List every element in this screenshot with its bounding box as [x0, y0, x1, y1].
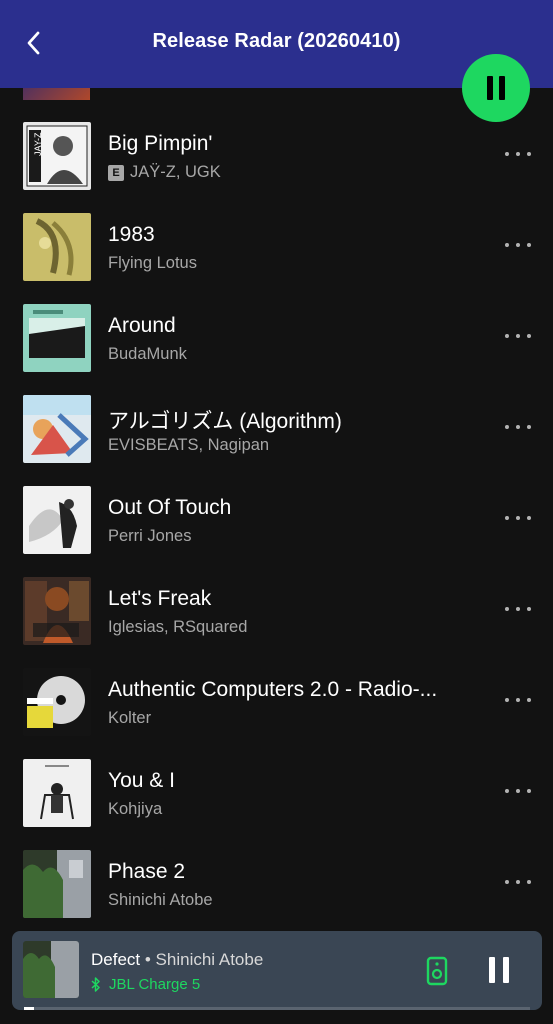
track-artist: BudaMunk [108, 345, 187, 363]
track-subtitle: Iglesias, RSquared [108, 618, 247, 637]
track-title: You & I [108, 769, 175, 792]
page-title: Release Radar (20260410) [152, 30, 401, 52]
track-artist: Perri Jones [108, 527, 192, 545]
now-playing-album-art [23, 941, 79, 998]
more-options-button[interactable] [505, 235, 531, 255]
track-artist: Flying Lotus [108, 254, 197, 272]
now-playing-bar[interactable]: Defect • Shinichi Atobe JBL Charge 5 [12, 931, 542, 1010]
track-row[interactable]: JAY-Z Big Pimpin' E JAŸ-Z, UGK [0, 110, 553, 201]
more-options-button[interactable] [505, 781, 531, 801]
track-row[interactable]: Let's Freak Iglesias, RSquared [0, 565, 553, 656]
mini-player-pause-button[interactable] [488, 957, 510, 983]
connected-device[interactable]: JBL Charge 5 [91, 976, 200, 993]
track-row[interactable]: Around BudaMunk [0, 292, 553, 383]
album-art [23, 213, 91, 281]
bluetooth-icon [91, 977, 100, 992]
track-row[interactable]: Out Of Touch Perri Jones [0, 474, 553, 565]
connect-device-button[interactable] [426, 956, 448, 986]
album-art [23, 850, 91, 918]
track-title: Big Pimpin' [108, 132, 213, 155]
more-options-button[interactable] [505, 326, 531, 346]
track-row[interactable]: 1983 Flying Lotus [0, 201, 553, 292]
now-playing-separator: • [140, 950, 156, 969]
track-artist: Kohjiya [108, 800, 163, 818]
track-subtitle: EVISBEATS, Nagipan [108, 436, 269, 455]
device-name: JBL Charge 5 [109, 976, 201, 993]
pause-icon [489, 957, 509, 983]
track-subtitle: BudaMunk [108, 345, 187, 364]
album-art [23, 668, 91, 736]
album-art [23, 577, 91, 645]
track-artist: Kolter [108, 709, 152, 727]
track-subtitle: Perri Jones [108, 527, 191, 546]
pause-icon [487, 76, 505, 100]
track-title: Phase 2 [108, 860, 186, 883]
now-playing-artist: Shinichi Atobe [155, 950, 264, 969]
play-pause-button[interactable] [462, 54, 530, 122]
album-art [23, 486, 91, 554]
track-subtitle: Shinichi Atobe [108, 891, 213, 910]
album-art [23, 304, 91, 372]
track-title: Around [108, 314, 176, 337]
playback-progress-bar[interactable] [24, 1007, 530, 1010]
more-options-button[interactable] [505, 417, 531, 437]
album-art [23, 759, 91, 827]
track-row[interactable]: アルゴリズム (Algorithm) EVISBEATS, Nagipan [0, 383, 553, 474]
playback-progress-fill [24, 1007, 35, 1010]
track-row[interactable]: You & I Kohjiya [0, 747, 553, 838]
album-art: JAY-Z [23, 122, 91, 190]
speaker-icon [426, 956, 448, 986]
track-list: JAY-Z Big Pimpin' E JAŸ-Z, UGK 1983 Flyi… [0, 110, 553, 929]
track-subtitle: Kolter [108, 709, 151, 728]
track-row[interactable]: Phase 2 Shinichi Atobe [0, 838, 553, 929]
track-subtitle: E JAŸ-Z, UGK [108, 163, 221, 182]
explicit-badge: E [108, 164, 124, 181]
album-art [23, 395, 91, 463]
track-artist: EVISBEATS, Nagipan [108, 436, 270, 454]
now-playing-title: Defect • Shinichi Atobe [91, 950, 263, 970]
track-title: Authentic Computers 2.0 - Radio-... [108, 678, 438, 701]
track-subtitle: Flying Lotus [108, 254, 197, 273]
album-art [23, 88, 90, 100]
track-subtitle: Kohjiya [108, 800, 162, 819]
now-playing-track: Defect [91, 950, 141, 969]
track-title: 1983 [108, 223, 155, 246]
more-options-button[interactable] [505, 144, 531, 164]
track-title: アルゴリズム (Algorithm) [108, 410, 342, 433]
track-artist: Shinichi Atobe [108, 891, 213, 909]
more-options-button[interactable] [505, 508, 531, 528]
svg-text:JAY-Z: JAY-Z [33, 132, 43, 156]
more-options-button[interactable] [505, 690, 531, 710]
track-title: Out Of Touch [108, 496, 232, 519]
track-row[interactable]: Authentic Computers 2.0 - Radio-... Kolt… [0, 656, 553, 747]
more-options-button[interactable] [505, 599, 531, 619]
more-options-button[interactable] [505, 872, 531, 892]
track-artist: JAŸ-Z, UGK [130, 163, 221, 181]
track-artist: Iglesias, RSquared [108, 618, 248, 636]
track-title: Let's Freak [108, 587, 212, 610]
